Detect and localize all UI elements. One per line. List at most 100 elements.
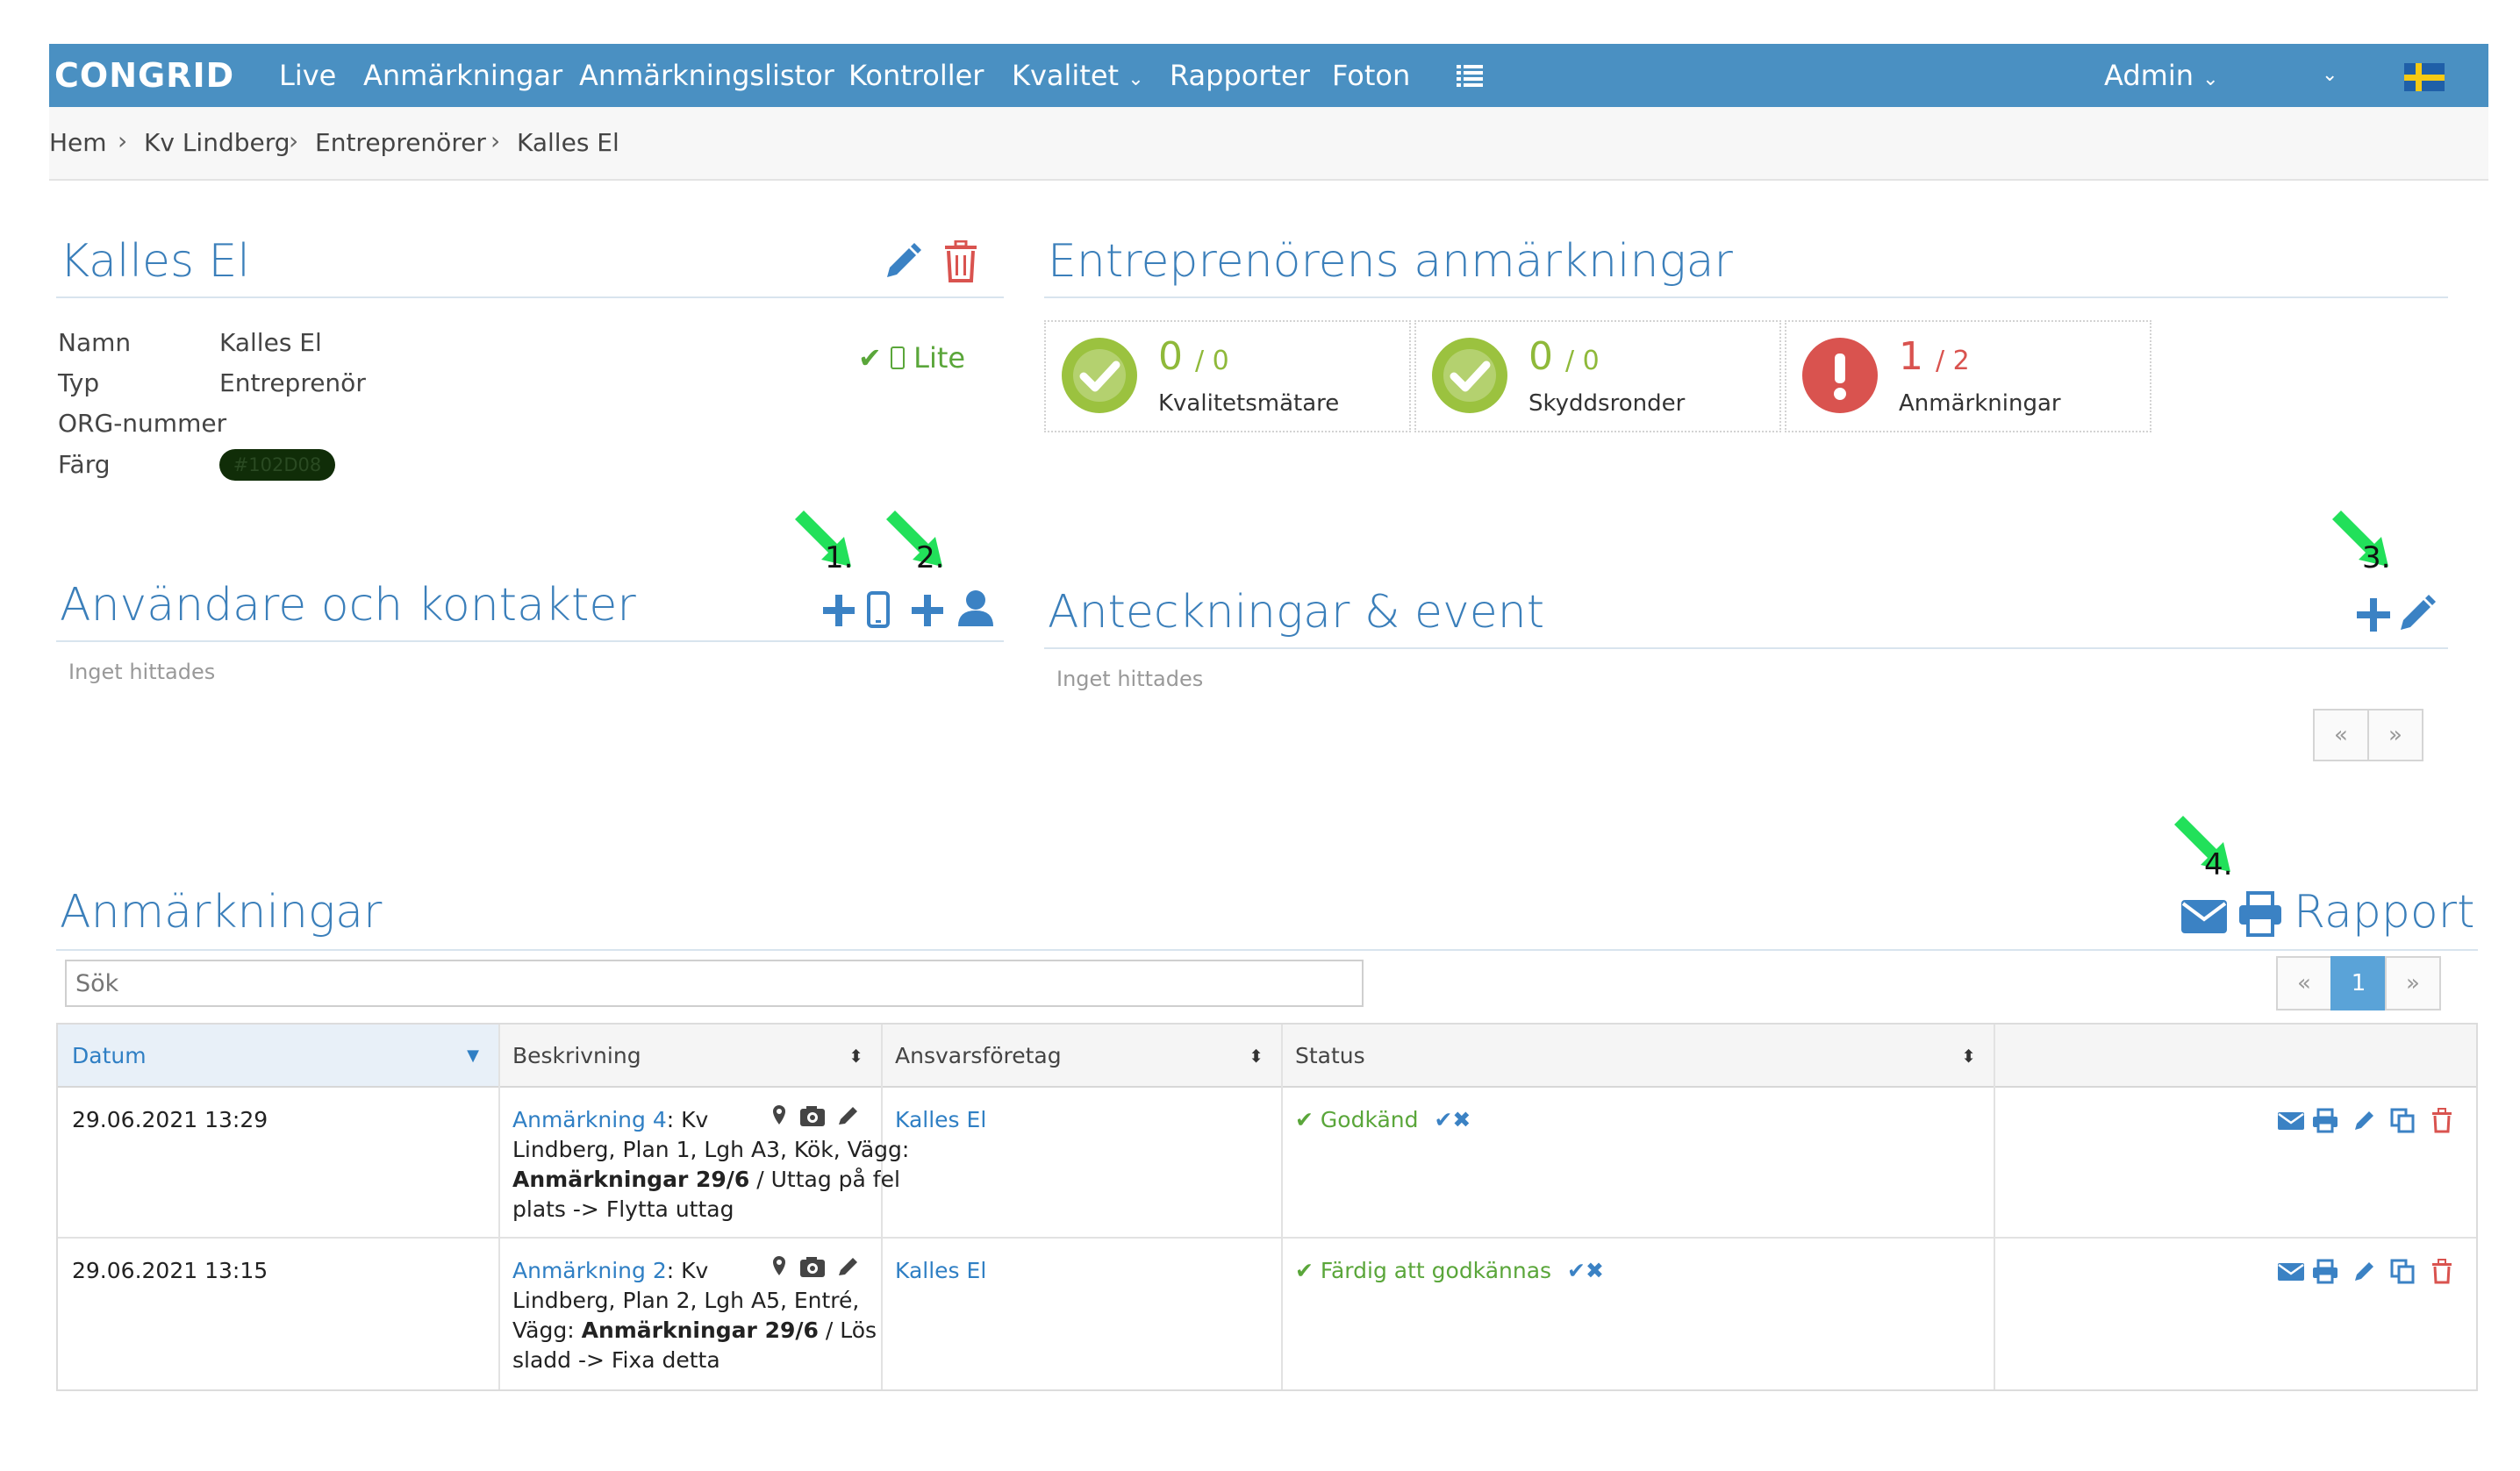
check-icon: ✔ bbox=[1295, 1107, 1314, 1132]
language-chevron-down-icon[interactable]: ⌄ bbox=[2322, 44, 2337, 107]
chevron-right-icon: › bbox=[490, 126, 501, 155]
remarks-pager-current[interactable]: 1 bbox=[2330, 956, 2387, 1010]
row-date: 29.06.2021 13:29 bbox=[72, 1107, 268, 1132]
nav-kontroller[interactable]: Kontroller bbox=[848, 44, 984, 107]
divider bbox=[56, 949, 2478, 951]
swedish-flag-icon[interactable] bbox=[2404, 63, 2445, 91]
column-header-datum[interactable]: Datum ▼ bbox=[58, 1025, 498, 1088]
column-header-label: Beskrivning bbox=[512, 1043, 641, 1068]
mobile-phone-icon bbox=[890, 346, 905, 369]
user-name: Admin bbox=[2104, 59, 2194, 92]
license-status: ✔ Lite bbox=[858, 340, 965, 375]
column-header-actions bbox=[1994, 1025, 2476, 1088]
report-link[interactable]: Rapport bbox=[2294, 886, 2474, 939]
users-title: Användare och kontakter bbox=[60, 579, 636, 632]
row-action-icons[interactable] bbox=[2276, 1258, 2469, 1284]
stat-label: Anmärkningar bbox=[1899, 390, 2061, 417]
column-header-status[interactable]: Status ⬍ bbox=[1281, 1025, 1994, 1088]
contractor-title: Kalles El bbox=[60, 235, 250, 288]
print-report-button[interactable] bbox=[2237, 891, 2283, 937]
divider bbox=[56, 640, 1004, 642]
callout-number: 4. bbox=[2204, 847, 2233, 882]
nav-anmarkningar[interactable]: Anmärkningar bbox=[363, 44, 562, 107]
success-check-icon bbox=[1060, 336, 1139, 415]
row-media-icons bbox=[770, 1254, 867, 1279]
remarks-summary-title: Entreprenörens anmärkningar bbox=[1048, 235, 1733, 288]
row-media-icons bbox=[770, 1103, 867, 1128]
field-label-typ: Typ bbox=[58, 368, 100, 397]
stat-value: 0 / 0 bbox=[1528, 334, 1600, 379]
add-note-button[interactable] bbox=[2353, 595, 2394, 635]
stat-value: 1 / 2 bbox=[1899, 334, 1970, 379]
remarks-table: Datum ▼ Beskrivning ⬍ Ansvarsföretag ⬍ S… bbox=[56, 1023, 2478, 1391]
breadcrumb-project[interactable]: Kv Lindberg bbox=[144, 128, 290, 157]
add-mobile-user-button[interactable] bbox=[821, 589, 891, 628]
email-report-button[interactable] bbox=[2180, 896, 2229, 935]
success-check-icon bbox=[1430, 336, 1509, 415]
stat-label: Kvalitetsmätare bbox=[1158, 390, 1340, 417]
remark-link[interactable]: Anmärkning 4 bbox=[512, 1107, 667, 1132]
stat-value: 0 / 0 bbox=[1158, 334, 1229, 379]
breadcrumb: Hem › Kv Lindberg › Entreprenörer › Kall… bbox=[49, 107, 2488, 181]
column-header-beskrivning[interactable]: Beskrivning ⬍ bbox=[498, 1025, 881, 1088]
breadcrumb-entreprenorer[interactable]: Entreprenörer bbox=[315, 128, 486, 157]
sort-icon: ⬍ bbox=[848, 1046, 863, 1067]
column-divider bbox=[498, 1025, 500, 1389]
row-action-icons[interactable] bbox=[2276, 1107, 2469, 1133]
pencil-icon[interactable] bbox=[882, 242, 922, 282]
nav-kvalitet[interactable]: Kvalitet ⌄ bbox=[1012, 44, 1144, 107]
pencil-icon[interactable] bbox=[2395, 593, 2438, 635]
remark-link[interactable]: Anmärkning 2 bbox=[512, 1258, 667, 1283]
field-value-typ: Entreprenör bbox=[219, 368, 366, 397]
row-date: 29.06.2021 13:15 bbox=[72, 1258, 268, 1283]
breadcrumb-current: Kalles El bbox=[517, 128, 619, 157]
notes-pager-prev[interactable]: « bbox=[2313, 709, 2369, 761]
callout-number: 1. bbox=[825, 540, 854, 575]
user-menu[interactable]: Admin ⌄ bbox=[2104, 44, 2219, 107]
nav-rapporter[interactable]: Rapporter bbox=[1170, 44, 1310, 107]
notes-pager-next[interactable]: » bbox=[2367, 709, 2423, 761]
sort-icon: ⬍ bbox=[1249, 1046, 1264, 1067]
stat-card-kvalitetsmatare[interactable]: 0 / 0 Kvalitetsmätare bbox=[1044, 320, 1411, 432]
add-contact-button[interactable] bbox=[909, 586, 997, 628]
chevron-right-icon: › bbox=[118, 126, 128, 155]
color-swatch-badge: #102D08 bbox=[219, 449, 335, 481]
chevron-down-icon: ⌄ bbox=[1128, 68, 1144, 90]
congrid-logo[interactable]: CONGRID bbox=[54, 54, 234, 96]
column-divider bbox=[1281, 1025, 1283, 1389]
callout-number: 2. bbox=[916, 540, 945, 575]
search-input[interactable] bbox=[65, 960, 1364, 1007]
check-icon: ✔ bbox=[1295, 1258, 1314, 1283]
notes-empty-text: Inget hittades bbox=[1056, 667, 1204, 691]
chevron-right-icon: › bbox=[289, 126, 299, 155]
row-company-link[interactable]: Kalles El bbox=[895, 1105, 986, 1135]
nav-live[interactable]: Live bbox=[279, 44, 336, 107]
remarks-pager-next[interactable]: » bbox=[2385, 956, 2441, 1010]
approve-reject-icons[interactable]: ✔✖ bbox=[1567, 1258, 1604, 1283]
sort-icon: ⬍ bbox=[1961, 1046, 1976, 1067]
nav-foton[interactable]: Foton bbox=[1332, 44, 1410, 107]
approve-reject-icons[interactable]: ✔✖ bbox=[1434, 1107, 1471, 1132]
breadcrumb-hem[interactable]: Hem bbox=[49, 128, 107, 157]
column-divider bbox=[1994, 1025, 1995, 1389]
notes-title: Anteckningar & event bbox=[1048, 586, 1545, 639]
row-status: ✔ Färdig att godkännas ✔✖ bbox=[1295, 1258, 1604, 1283]
stat-card-anmarkningar[interactable]: 1 / 2 Anmärkningar bbox=[1785, 320, 2151, 432]
column-header-label: Status bbox=[1295, 1043, 1365, 1068]
row-company-link[interactable]: Kalles El bbox=[895, 1256, 986, 1286]
row-divider bbox=[58, 1237, 2476, 1239]
remarks-pager-prev[interactable]: « bbox=[2276, 956, 2332, 1010]
list-menu-icon[interactable] bbox=[1457, 63, 1483, 88]
trash-icon[interactable] bbox=[942, 240, 979, 282]
column-divider bbox=[881, 1025, 883, 1389]
field-label-namn: Namn bbox=[58, 328, 132, 357]
users-empty-text: Inget hittades bbox=[68, 660, 216, 684]
stat-label: Skyddsronder bbox=[1528, 390, 1686, 417]
remarks-title: Anmärkningar bbox=[60, 886, 383, 939]
column-header-ansvarsforetag[interactable]: Ansvarsföretag ⬍ bbox=[881, 1025, 1281, 1088]
column-header-label: Datum bbox=[72, 1043, 147, 1068]
stat-card-skyddsronder[interactable]: 0 / 0 Skyddsronder bbox=[1414, 320, 1781, 432]
divider bbox=[1044, 647, 2448, 649]
nav-anmarkningslistor[interactable]: Anmärkningslistor bbox=[579, 44, 834, 107]
field-label-farg: Färg bbox=[58, 450, 111, 479]
